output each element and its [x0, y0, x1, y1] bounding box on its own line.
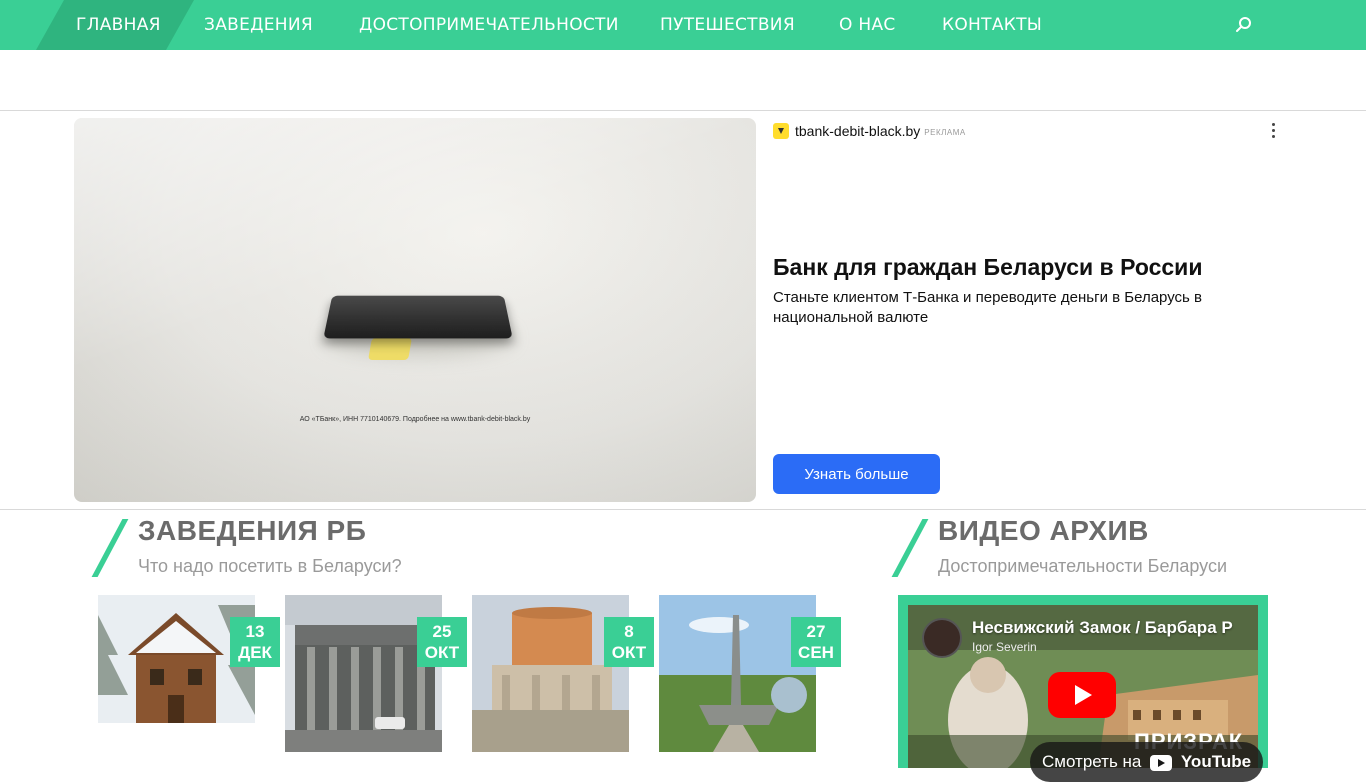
ad-image[interactable]: АО «ТБанк», ИНН 7710140679. Подробнее на… — [74, 118, 756, 502]
ad-favicon-icon — [773, 123, 789, 139]
divider — [0, 509, 1366, 510]
ad-legal-text: АО «ТБанк», ИНН 7710140679. Подробнее на… — [299, 416, 531, 423]
date-month: ДЕК — [238, 643, 272, 662]
youtube-logo-icon — [1150, 754, 1173, 771]
date-day: 8 — [624, 622, 634, 641]
nav-item-travel[interactable]: ПУТЕШЕСТВИЯ — [660, 0, 795, 50]
nav-item-contacts[interactable]: КОНТАКТЫ — [942, 0, 1042, 50]
video-channel-name[interactable]: Igor Severin — [972, 640, 1037, 654]
date-month: ОКТ — [611, 643, 647, 662]
date-month: ОКТ — [424, 643, 460, 662]
section-accent-slash — [91, 519, 129, 577]
watch-on-label: Смотреть на — [1042, 752, 1142, 771]
card-chip-glow — [368, 338, 412, 360]
video-section-subtitle: Достопримечательности Беларуси — [938, 556, 1228, 576]
date-badge: 25 ОКТ — [417, 617, 467, 667]
section-accent-slash — [891, 519, 929, 577]
play-icon[interactable] — [1048, 672, 1116, 718]
bank-card-illustration — [323, 295, 513, 339]
ad-source[interactable]: tbank-debit-black.by РЕКЛАМА — [773, 122, 966, 140]
nav-item-sights[interactable]: ДОСТОПРИМЕЧАТЕЛЬНОСТИ — [359, 0, 619, 50]
video-title[interactable]: Несвижский Замок / Барбара Р — [972, 618, 1233, 638]
youtube-label: YouTube — [1180, 752, 1252, 771]
ad-domain[interactable]: tbank-debit-black.by — [795, 123, 920, 139]
date-day: 13 — [245, 622, 265, 641]
ad-title[interactable]: Банк для граждан Беларуси в России — [773, 254, 1202, 281]
top-navigation: ГЛАВНАЯ ЗАВЕДЕНИЯ ДОСТОПРИМЕЧАТЕЛЬНОСТИ … — [0, 0, 1366, 50]
search-icon[interactable] — [1230, 12, 1256, 38]
date-day: 27 — [806, 622, 826, 641]
divider — [0, 110, 1366, 111]
watch-on-youtube-button[interactable]: Смотреть на YouTube — [1030, 742, 1264, 782]
date-badge: 8 ОКТ — [604, 617, 654, 667]
ad-description: Станьте клиентом Т-Банка и переводите де… — [773, 289, 1202, 326]
ad-label: РЕКЛАМА — [924, 128, 966, 137]
nav-item-home[interactable]: ГЛАВНАЯ — [76, 0, 161, 50]
date-month: СЕН — [798, 643, 834, 662]
more-options-icon[interactable] — [1264, 120, 1282, 140]
nav-item-about[interactable]: О НАС — [839, 0, 896, 50]
places-section-title: ЗАВЕДЕНИЯ РБ — [138, 515, 367, 546]
nav-item-places[interactable]: ЗАВЕДЕНИЯ — [204, 0, 313, 50]
ad-learn-more-button[interactable]: Узнать больше — [773, 454, 940, 494]
places-section-subtitle: Что надо посетить в Беларуси? — [138, 556, 402, 576]
channel-avatar[interactable] — [922, 618, 962, 658]
date-day: 25 — [432, 622, 452, 641]
video-section-title: ВИДЕО АРХИВ — [938, 515, 1149, 546]
date-badge: 27 СЕН — [791, 617, 841, 667]
date-badge: 13 ДЕК — [230, 617, 280, 667]
